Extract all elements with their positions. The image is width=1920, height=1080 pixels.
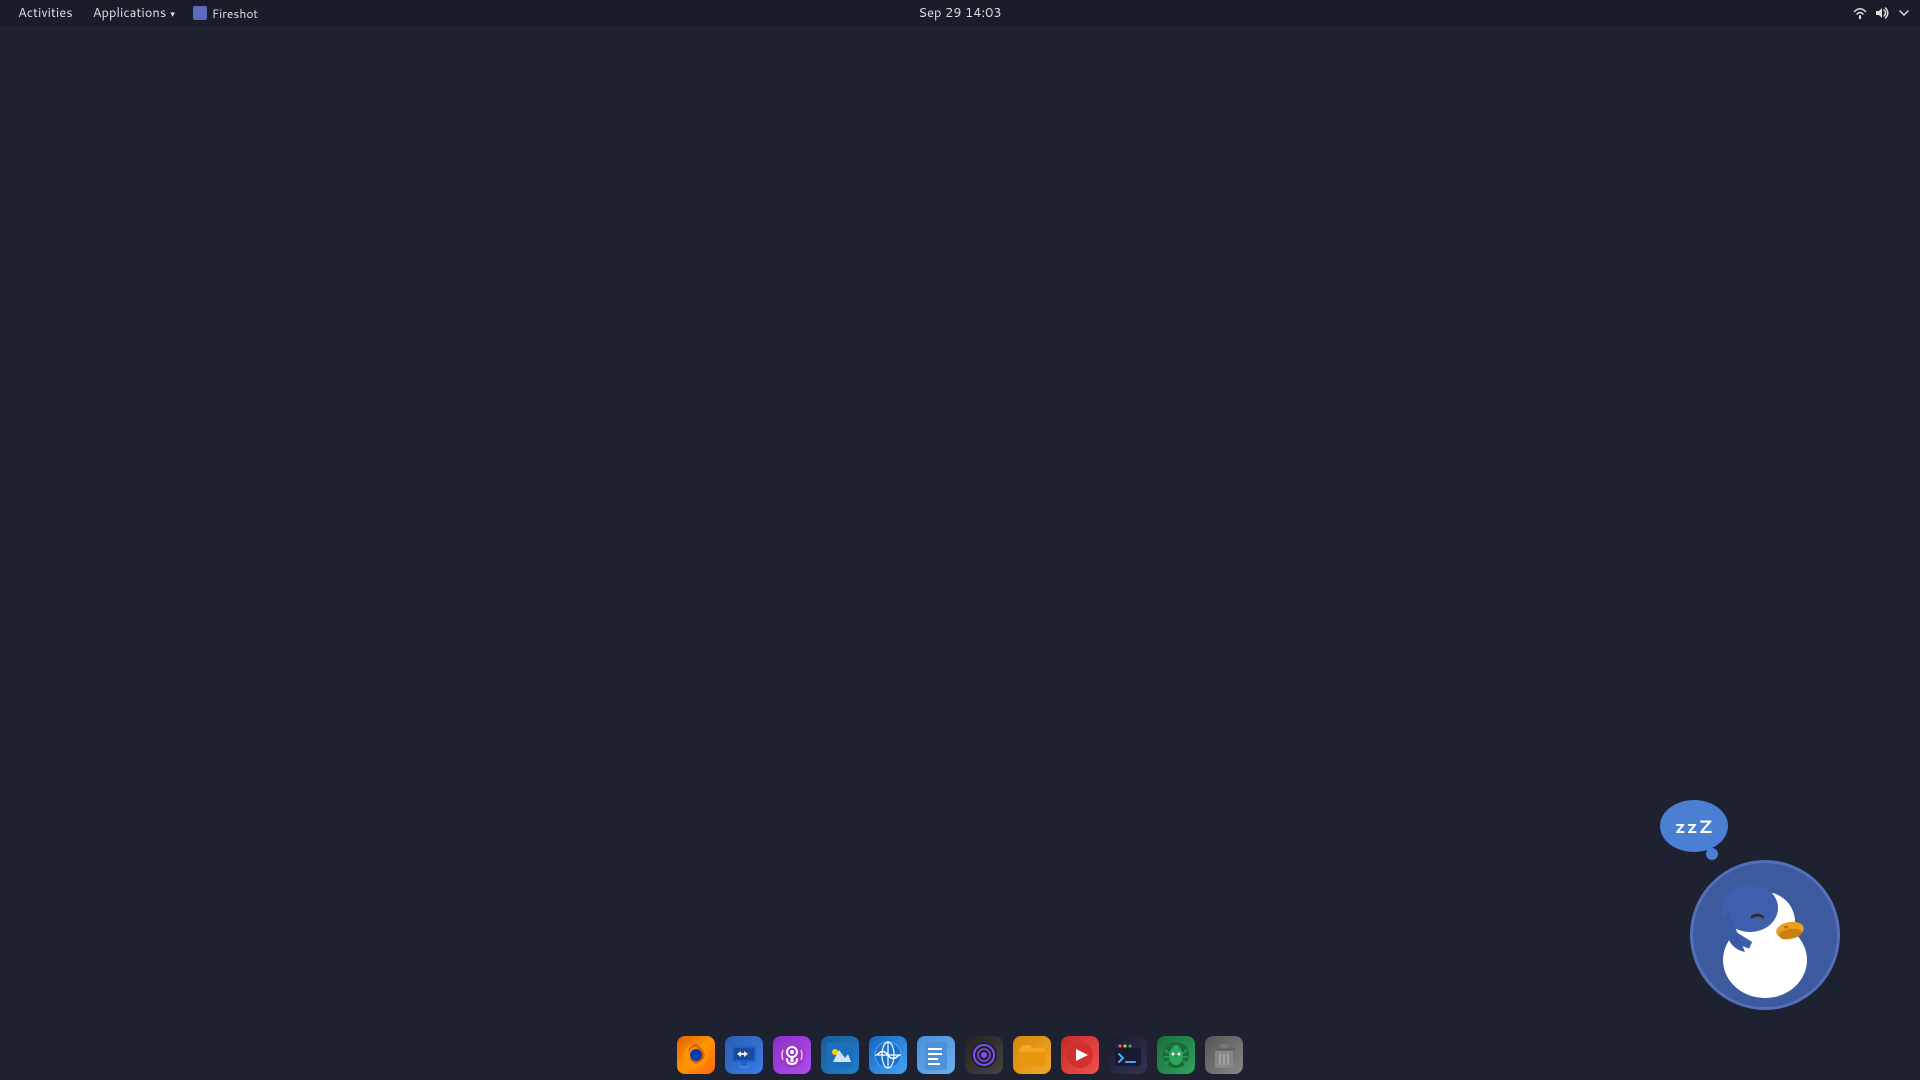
top-bar: Activities Applications ▾ Fireshot Sep 2… (0, 0, 1920, 26)
dock-play[interactable] (1058, 1033, 1102, 1077)
duck-mascot-body (1690, 860, 1840, 1010)
topbar-left: Activities Applications ▾ Fireshot (8, 0, 266, 26)
dock-bugs[interactable] (1154, 1033, 1198, 1077)
dock-firefox[interactable] (674, 1033, 718, 1077)
trash-icon (1205, 1036, 1243, 1074)
dock-draw[interactable] (818, 1033, 862, 1077)
files-icon (1013, 1036, 1051, 1074)
terminal-icon (1109, 1036, 1147, 1074)
dock-browser[interactable] (866, 1033, 910, 1077)
firefox-icon (677, 1036, 715, 1074)
desktop: zzZ (0, 26, 1920, 1030)
applications-menu-button[interactable]: Applications ▾ (83, 0, 185, 26)
play-icon (1061, 1036, 1099, 1074)
zzz-speech-bubble: zzZ (1660, 800, 1728, 852)
duck-mascot-svg (1700, 870, 1830, 1000)
applications-dropdown-arrow: ▾ (170, 7, 175, 20)
podcast-icon (773, 1036, 811, 1074)
volume-icon[interactable] (1874, 5, 1890, 21)
browser-icon (869, 1036, 907, 1074)
dock-trash[interactable] (1202, 1033, 1246, 1077)
active-window-label: Fireshot (212, 5, 258, 22)
activities-button[interactable]: Activities (8, 0, 83, 26)
dock-text[interactable] (914, 1033, 958, 1077)
ddg-mascot: zzZ (1690, 860, 1840, 1010)
obs-icon (965, 1036, 1003, 1074)
datetime-display[interactable]: Sep 29 14:03 (918, 4, 1001, 22)
dock-terminal[interactable] (1106, 1033, 1150, 1077)
dock-podcast[interactable] (770, 1033, 814, 1077)
system-tray (1852, 5, 1912, 21)
active-window-indicator[interactable]: Fireshot (185, 5, 266, 22)
dock-obs[interactable] (962, 1033, 1006, 1077)
remdesktop-icon (725, 1036, 763, 1074)
bugs-icon (1157, 1036, 1195, 1074)
taskbar (0, 1030, 1920, 1080)
active-window-icon (193, 6, 207, 20)
dock-files[interactable] (1010, 1033, 1054, 1077)
draw-icon (821, 1036, 859, 1074)
dock-remdesktop[interactable] (722, 1033, 766, 1077)
wifi-icon[interactable] (1852, 5, 1868, 21)
text-icon (917, 1036, 955, 1074)
chevron-down-icon[interactable] (1896, 5, 1912, 21)
